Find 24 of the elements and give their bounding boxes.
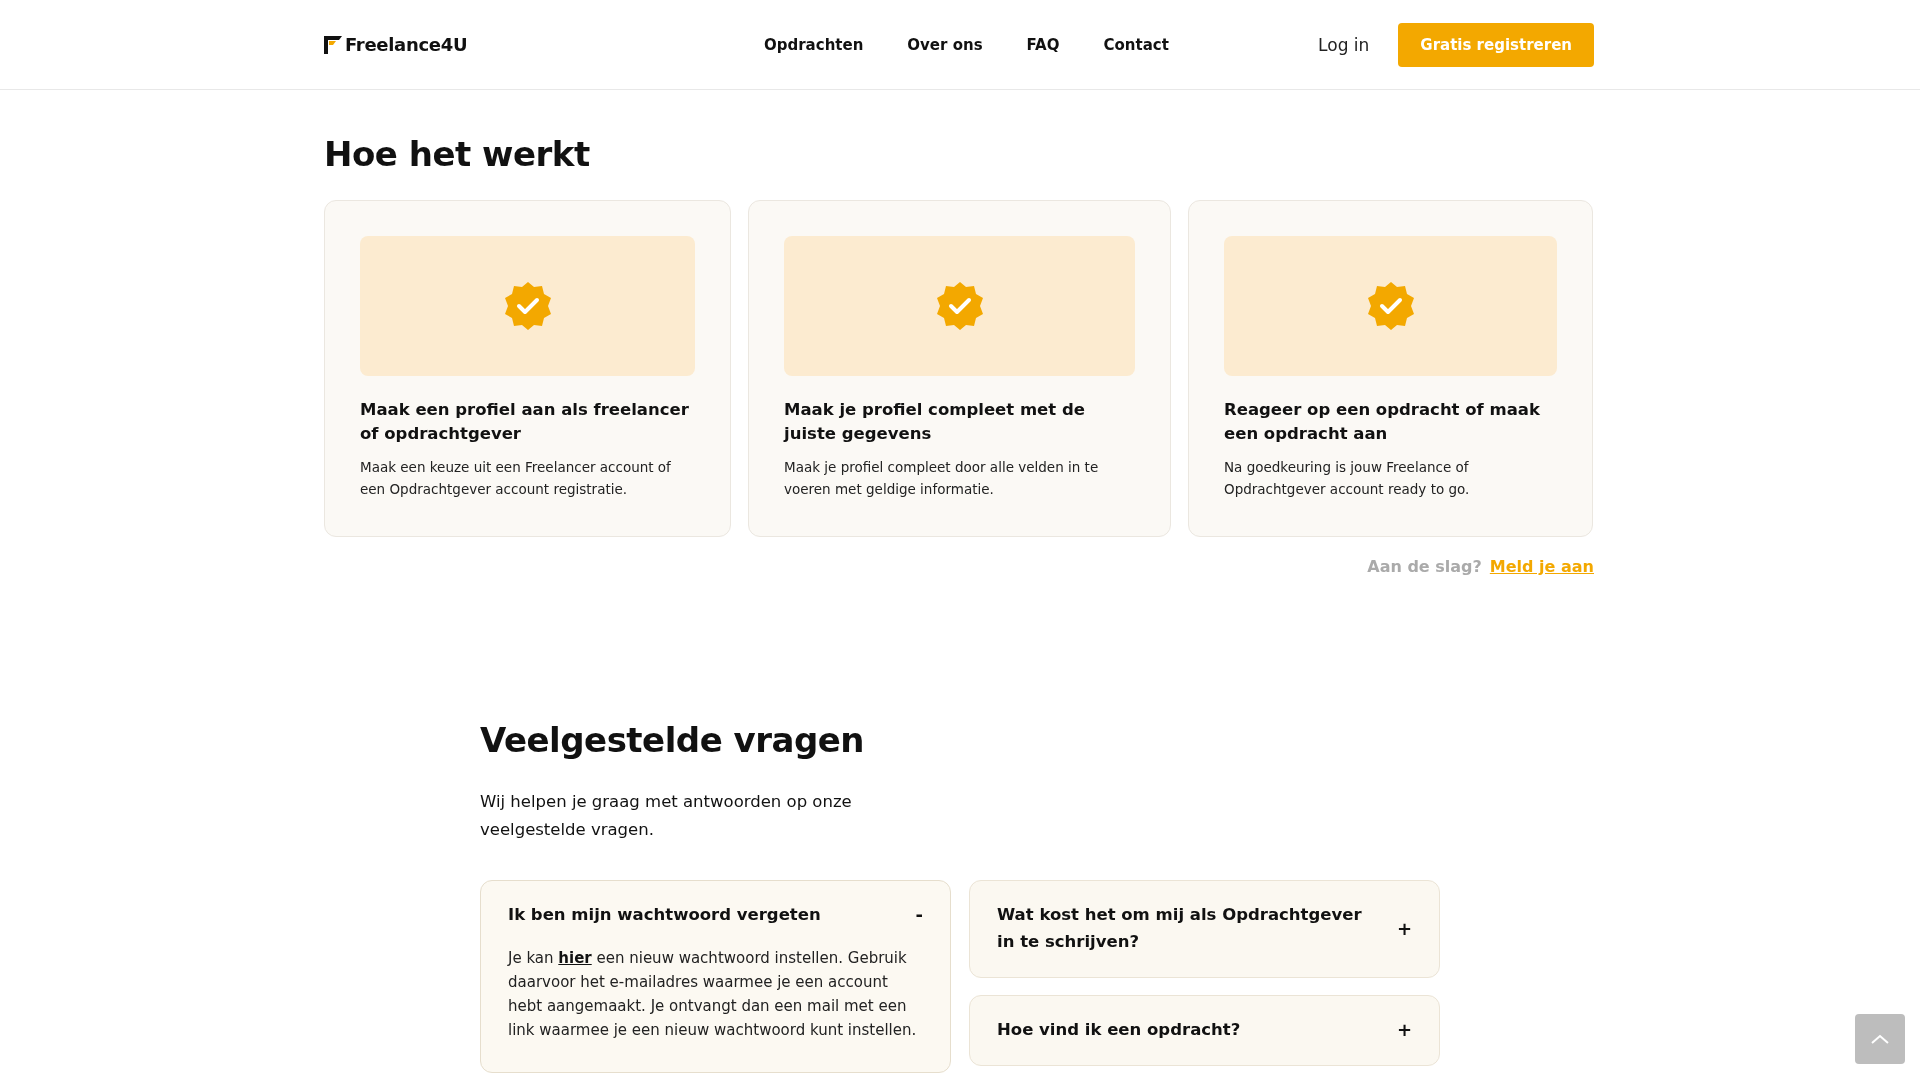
logo-icon	[324, 35, 342, 54]
section-heading: Hoe het werkt	[324, 134, 591, 174]
step-description: Na goedkeuring is jouw Freelance of Opdrachtgever account ready to go.	[1224, 458, 1471, 499]
step-title: Reageer op een opdracht of maak een opdracht aan	[1224, 399, 1541, 445]
reset-link[interactable]: hier	[558, 949, 592, 967]
login-link[interactable]: Log in	[1318, 34, 1370, 55]
step-title: Maak een profiel aan als freelancer of opdrachtgever	[360, 399, 690, 445]
faq-question[interactable]: Wat kost het om mij als Opdrachtgever in te schrijven? +	[997, 901, 1412, 955]
faq-question[interactable]: Hoe vind ik een opdracht? +	[997, 1016, 1412, 1043]
back-to-top-button[interactable]	[1855, 1014, 1905, 1064]
faq-heading: Veelgestelde vragen	[480, 720, 866, 760]
logo-text[interactable]: Freelance4U	[345, 34, 468, 55]
step-description: Maak een keuze uit een Freelancer account of een Opdrachtgever account registratie.	[360, 458, 672, 499]
step-title: Maak je profiel compleet met de juiste gegevens	[784, 399, 1086, 445]
nav-link[interactable]: Over ons	[907, 35, 983, 54]
faq-intro: Wij helpen je graag met antwoorden op onze veelgestelde vragen.	[480, 791, 853, 841]
faq-answer: Je kan hier een nieuw wachtwoord instellen. Gebruik daarvoor het e-mailadres waarmee je een account hebt aangemaakt. Je ontvangt dan een mail met een link waarmee je een nieuw wachtwoord kunt instellen.	[508, 948, 918, 1041]
chevron-up-icon	[1871, 1034, 1889, 1044]
cta-text: Aan de slag?	[1367, 557, 1482, 576]
faq-question[interactable]: Ik ben mijn wachtwoord vergeten -	[508, 901, 923, 928]
nav-link[interactable]: Contact	[1103, 35, 1169, 54]
nav-link[interactable]: Opdrachten	[764, 35, 864, 54]
nav-link[interactable]: FAQ	[1026, 35, 1060, 54]
step-description: Maak je profiel compleet door alle velden in te voeren met geldige informatie.	[784, 458, 1100, 499]
